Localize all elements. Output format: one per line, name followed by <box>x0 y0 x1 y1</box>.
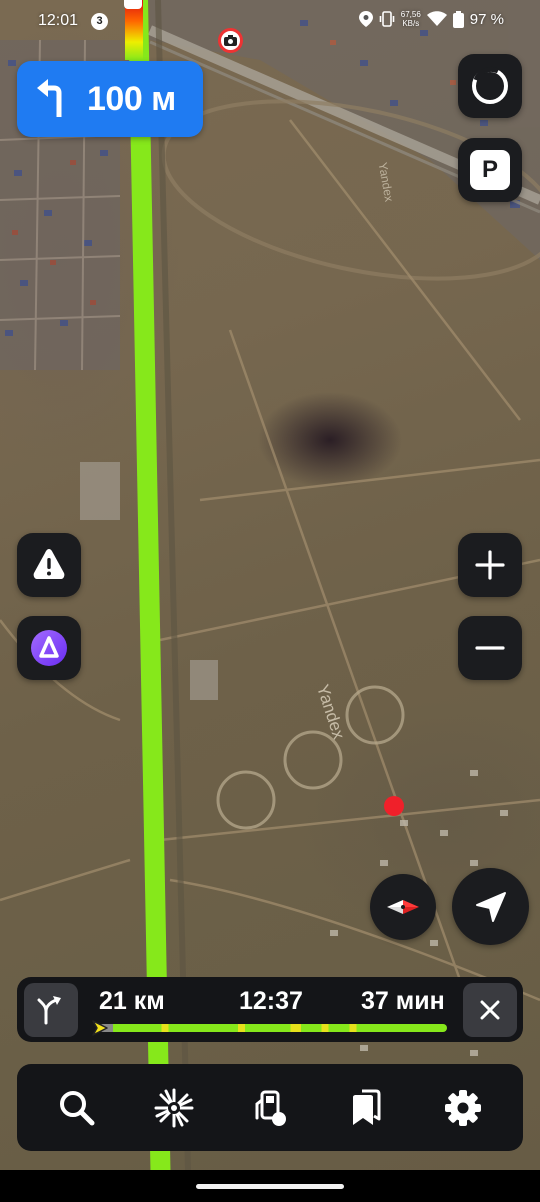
alice-icon <box>31 630 67 666</box>
system-navigation-bar <box>0 1170 540 1202</box>
maneuver-panel[interactable]: 100 м <box>17 61 203 137</box>
gas-stations-button[interactable] <box>235 1073 305 1143</box>
battery-icon <box>452 10 464 28</box>
wifi-icon <box>426 11 447 26</box>
destination-point-marker[interactable] <box>384 796 404 816</box>
compass-button[interactable] <box>370 874 436 940</box>
bottom-toolbar <box>17 1064 523 1151</box>
trip-progress-bar <box>99 1024 447 1032</box>
bookmarks-icon <box>353 1089 381 1125</box>
trip-info-bar[interactable]: 21 км 12:37 37 мин <box>17 977 523 1042</box>
gas-station-icon <box>255 1090 286 1126</box>
navigation-arrow-icon <box>475 891 506 922</box>
search-icon <box>60 1090 95 1125</box>
vibrate-icon <box>379 11 395 27</box>
notification-count-badge: 3 <box>91 13 108 30</box>
settings-icon <box>444 1089 481 1126</box>
net-speed-value: 67,56 <box>400 10 421 19</box>
progress-position-arrow-icon <box>92 1020 108 1036</box>
turn-left-arrow-icon <box>37 79 62 117</box>
route-overview-button[interactable] <box>24 983 78 1037</box>
status-time: 12:01 <box>38 12 79 29</box>
bookmarks-button[interactable] <box>331 1073 401 1143</box>
settings-button[interactable] <box>428 1073 498 1143</box>
home-gesture-pill[interactable] <box>196 1184 344 1189</box>
report-road-event-button[interactable] <box>17 533 81 597</box>
warning-icon <box>33 549 65 579</box>
status-bar: 12:01 3 67,56 KB/s 97 % <box>0 0 540 44</box>
net-speed: 67,56 KB/s <box>401 10 421 28</box>
location-icon <box>358 11 373 27</box>
parking-button[interactable]: P <box>458 138 522 202</box>
trip-duration: 37 мин <box>361 987 445 1015</box>
my-location-button[interactable] <box>452 868 529 945</box>
plus-icon <box>475 550 505 580</box>
search-button[interactable] <box>42 1073 112 1143</box>
compass-icon <box>387 900 419 914</box>
minus-icon <box>475 646 505 650</box>
route-fork-icon <box>37 996 61 1025</box>
discovery-button[interactable] <box>139 1073 209 1143</box>
trip-arrival-time: 12:37 <box>239 987 303 1015</box>
cancel-route-button[interactable] <box>463 983 517 1037</box>
net-speed-unit: KB/s <box>402 19 420 28</box>
battery-percentage: 97 % <box>469 10 504 28</box>
traffic-icon <box>472 66 508 104</box>
traffic-layer-button[interactable] <box>458 54 522 118</box>
trip-distance: 21 км <box>99 987 165 1015</box>
discovery-icon <box>154 1088 194 1127</box>
parking-icon: P <box>470 150 510 190</box>
close-icon <box>480 1000 500 1020</box>
alice-assistant-button[interactable] <box>17 616 81 680</box>
zoom-in-button[interactable] <box>458 533 522 597</box>
zoom-out-button[interactable] <box>458 616 522 680</box>
maneuver-distance: 100 м <box>87 80 176 118</box>
